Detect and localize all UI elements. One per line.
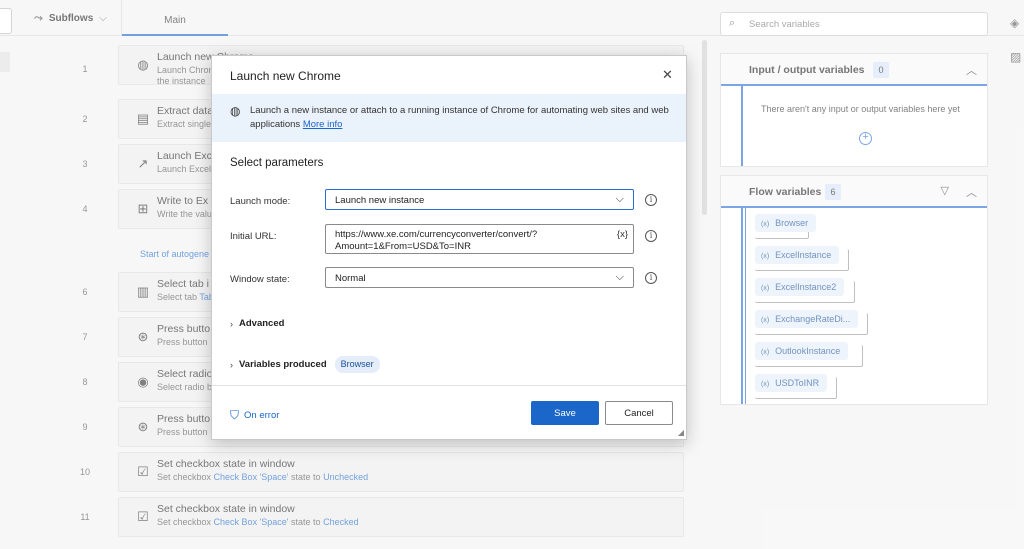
window-state-value: Normal (335, 273, 366, 284)
chevron-down-icon: ⌵ (615, 193, 624, 205)
launch-mode-label: Launch mode: (230, 196, 291, 207)
variables-produced-label: Variables produced (239, 359, 327, 370)
info-icon[interactable]: i (645, 272, 657, 284)
globe-icon: ◍ (230, 104, 241, 118)
shield-icon: ⛉ (230, 408, 240, 422)
on-error-button[interactable]: ⛉ On error (230, 408, 279, 423)
section-title: Select parameters (230, 157, 324, 169)
dialog-description: Launch a new instance or attach to a run… (250, 104, 670, 132)
chevron-right-icon: › (230, 318, 233, 329)
produced-variable-chip[interactable]: Browser (334, 356, 380, 373)
chevron-down-icon: ⌵ (615, 271, 624, 283)
cancel-button[interactable]: Cancel (605, 401, 673, 425)
dialog-description-bar: ◍ Launch a new instance or attach to a r… (212, 94, 686, 142)
launch-chrome-dialog: Launch new Chrome ✕ ◍ Launch a new insta… (211, 55, 687, 440)
on-error-label: On error (244, 410, 280, 421)
launch-mode-select[interactable]: Launch new instance ⌵ (325, 189, 634, 210)
dialog-footer-divider (212, 385, 686, 386)
initial-url-value: https://www.xe.com/currencyconverter/con… (335, 229, 538, 252)
chevron-right-icon: › (230, 359, 233, 370)
info-icon[interactable]: i (645, 194, 657, 206)
window-state-select[interactable]: Normal ⌵ (325, 267, 634, 288)
variables-produced-expander[interactable]: › Variables produced Browser (230, 356, 380, 373)
initial-url-label: Initial URL: (230, 231, 277, 242)
window-state-label: Window state: (230, 274, 290, 285)
dialog-title: Launch new Chrome (230, 69, 341, 83)
info-icon[interactable]: i (645, 230, 657, 242)
advanced-expander[interactable]: › Advanced (230, 318, 284, 329)
insert-variable-button[interactable]: {x} (617, 229, 628, 240)
resize-grip-icon[interactable]: ◢ (678, 428, 684, 437)
save-button[interactable]: Save (531, 401, 599, 425)
launch-mode-value: Launch new instance (335, 195, 425, 206)
initial-url-input[interactable]: https://www.xe.com/currencyconverter/con… (325, 224, 634, 254)
advanced-label: Advanced (239, 318, 285, 329)
close-icon[interactable]: ✕ (662, 67, 673, 83)
more-info-link[interactable]: More info (303, 119, 343, 130)
